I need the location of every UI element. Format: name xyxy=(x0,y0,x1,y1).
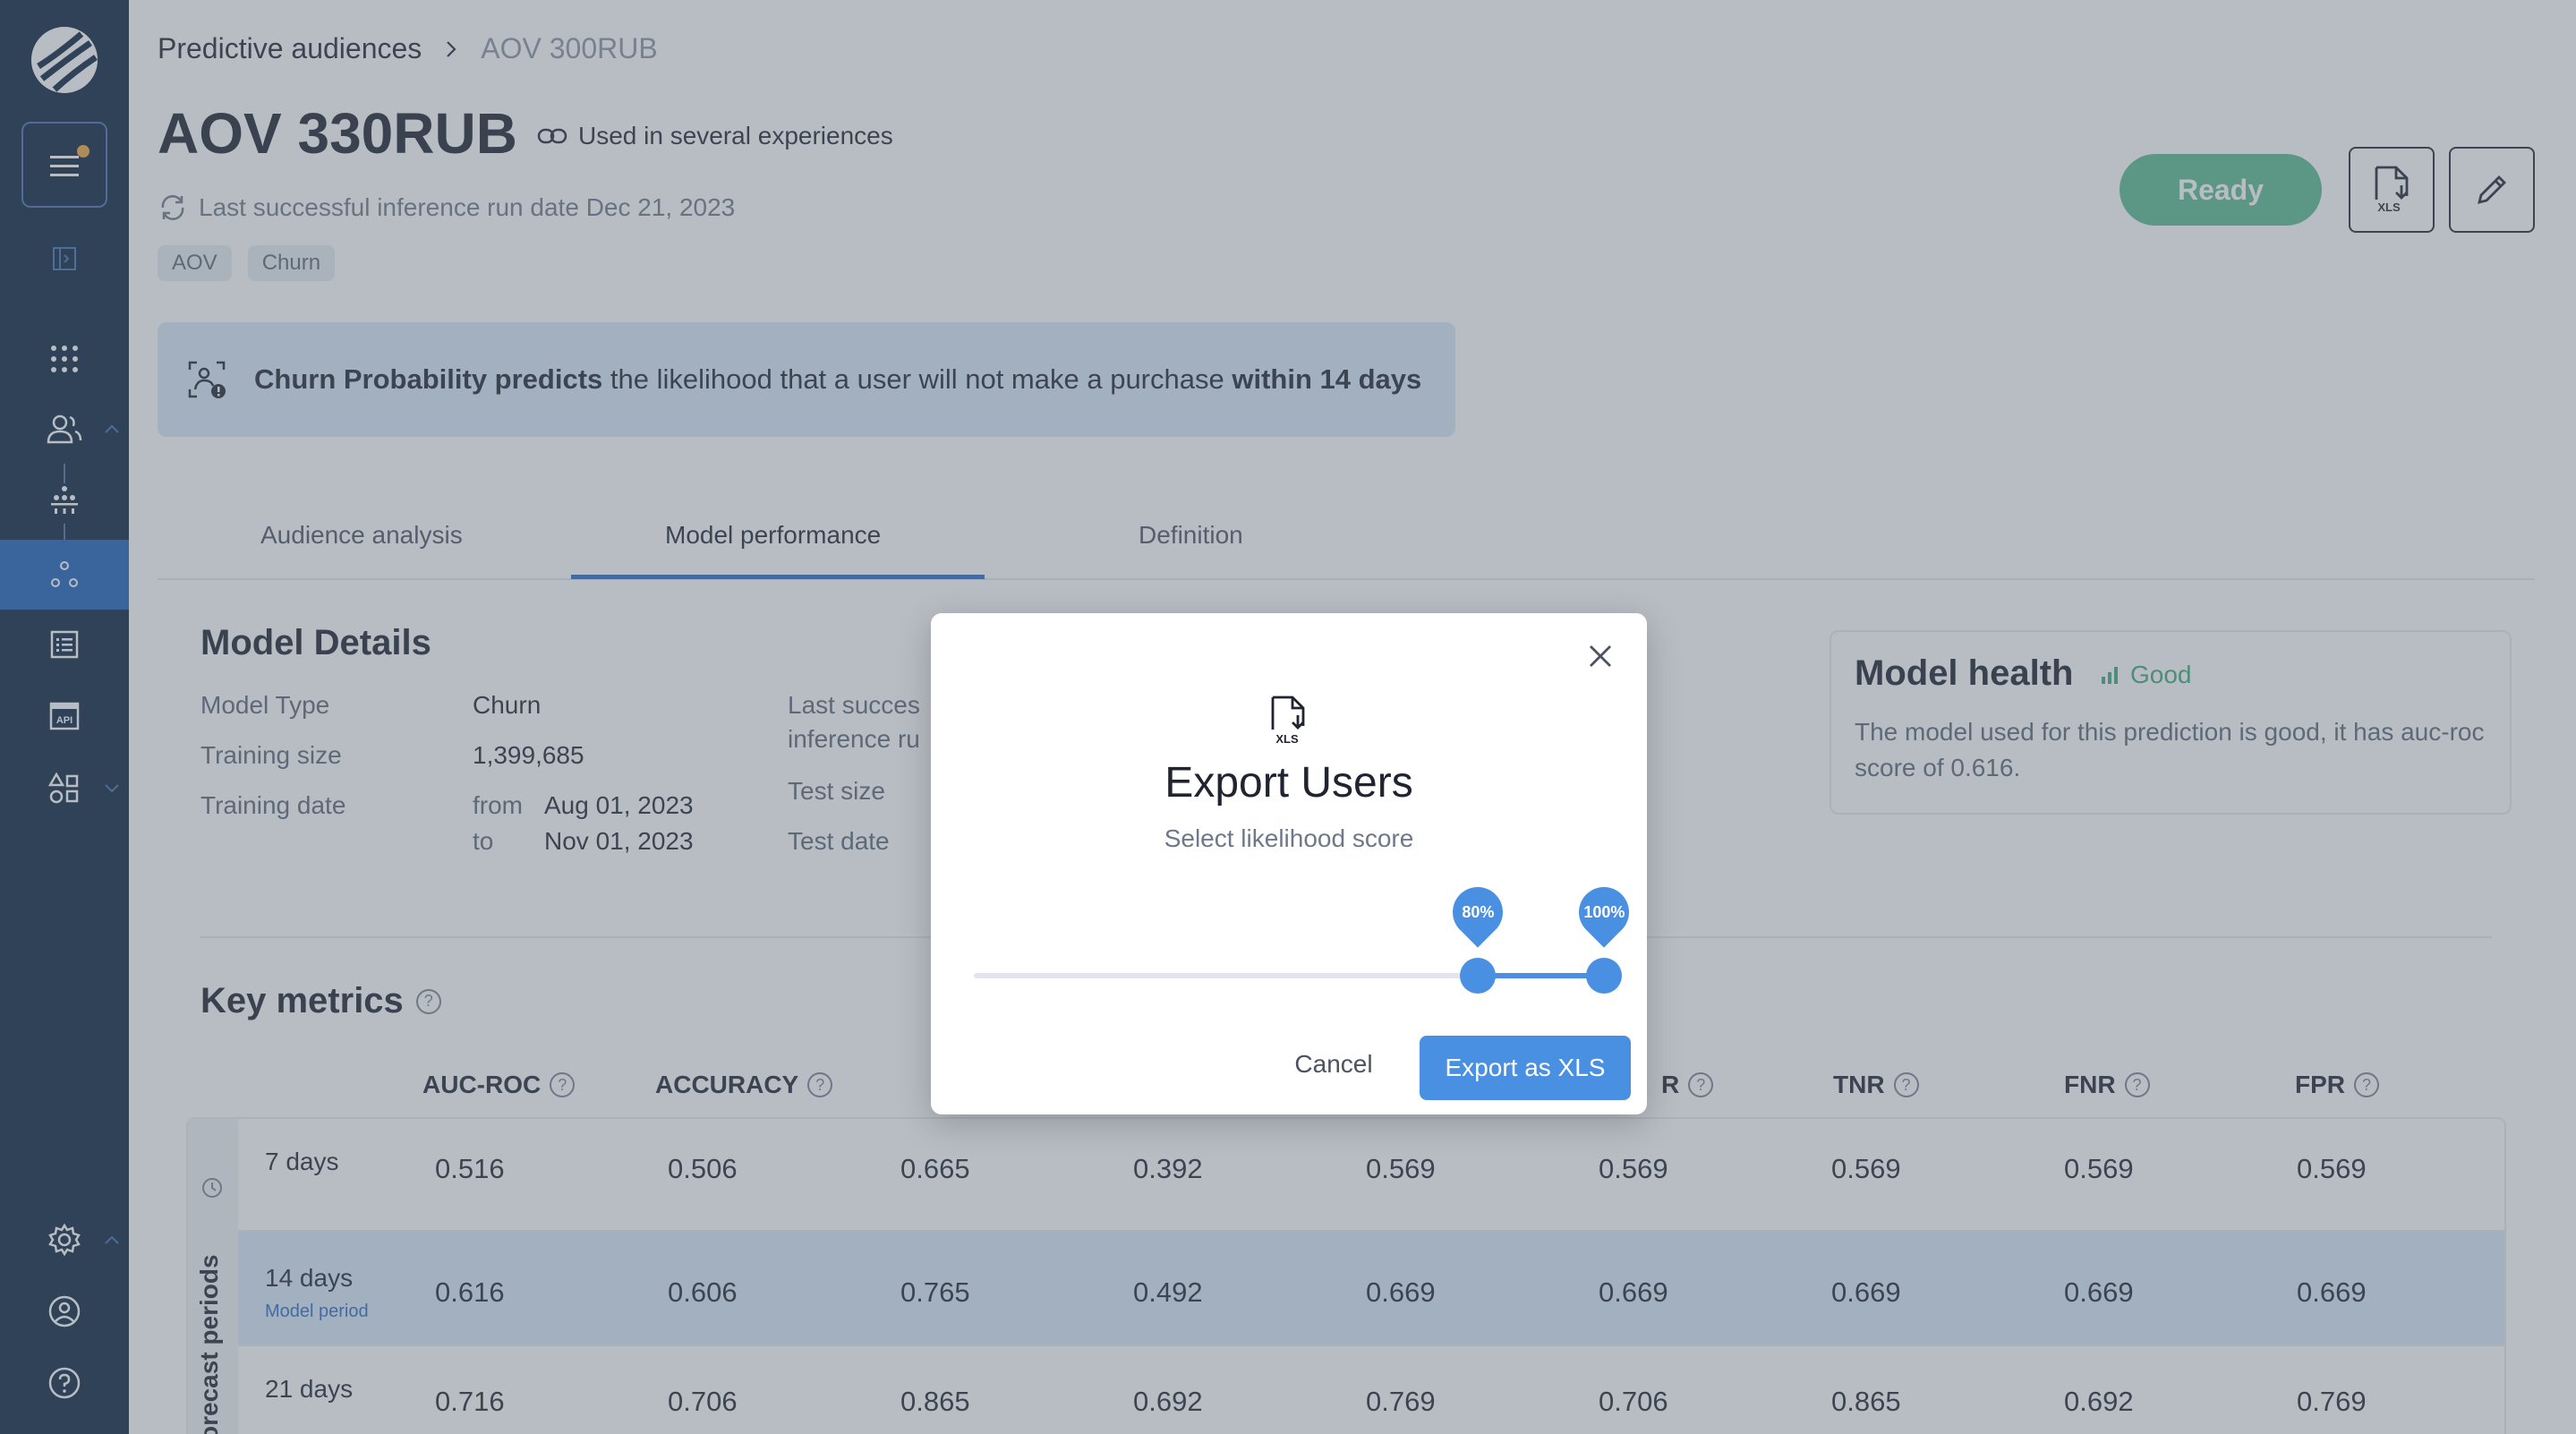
close-button[interactable] xyxy=(1582,638,1618,674)
export-xls-button[interactable]: Export as XLS xyxy=(1420,1036,1631,1100)
slider-max-label: 100% xyxy=(1582,902,1625,921)
slider-min-label: 80% xyxy=(1462,902,1495,921)
slider-selected-range xyxy=(1478,973,1604,978)
xls-icon-label: XLS xyxy=(1275,732,1299,746)
slider-max-tooltip: 100% xyxy=(1568,876,1640,948)
dialog-title: Export Users xyxy=(1164,759,1413,807)
export-users-dialog: XLS Export Users Select likelihood score… xyxy=(931,613,1647,1114)
likelihood-range-slider[interactable]: 80% 100% xyxy=(974,876,1640,994)
xls-file-icon: XLS xyxy=(1267,696,1310,750)
cancel-button[interactable]: Cancel xyxy=(1289,1036,1378,1093)
slider-min-handle[interactable] xyxy=(1460,958,1497,994)
slider-min-tooltip: 80% xyxy=(1442,876,1514,948)
slider-max-handle[interactable] xyxy=(1586,958,1622,994)
dialog-subtitle: Select likelihood score xyxy=(1164,824,1414,852)
close-icon xyxy=(1590,645,1611,667)
